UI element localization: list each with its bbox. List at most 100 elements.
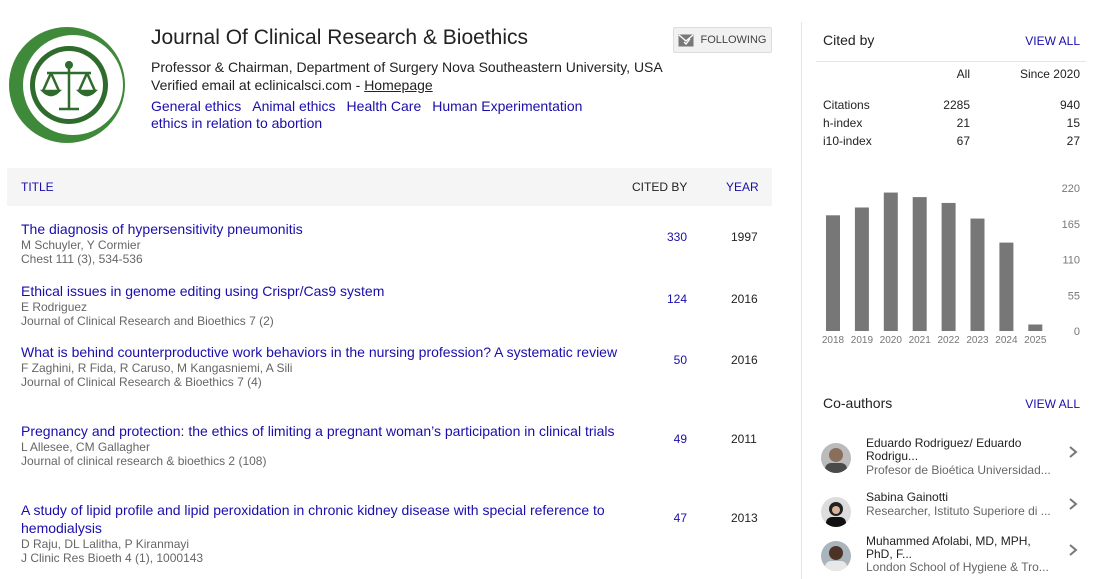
chevron-right-icon[interactable] [1066,445,1080,459]
article-year: 2013 [731,511,758,525]
coauthor-affiliation: London School of Hygiene & Tro... [866,560,1049,574]
article-authors: D Raju, DL Lalitha, P Kiranmayi [21,537,190,551]
stat-since: 15 [1066,116,1080,130]
article-year: 2016 [731,292,758,306]
table-row: A study of lipid profile and lipid perox… [7,501,772,565]
mail-icon [678,34,694,46]
stat-all: 67 [956,134,970,148]
x-tick-label: 2023 [966,335,989,346]
homepage-link[interactable]: Homepage [364,77,433,93]
article-cited-count[interactable]: 49 [665,432,687,446]
y-tick-label: 0 [1074,326,1080,338]
coauthor-item[interactable]: Sabina Gainotti Researcher, Istituto Sup… [816,491,1086,539]
chart-bar[interactable] [1028,324,1043,332]
x-tick-label: 2022 [937,335,960,346]
article-authors: F Zaghini, R Fida, R Caruso, M Kangasnie… [21,361,293,375]
cited-by-title: Cited by [823,32,875,48]
article-cited-count[interactable]: 124 [665,292,687,306]
interest-link[interactable]: Animal ethics [252,98,335,114]
sort-by-year[interactable]: YEAR [726,180,759,194]
x-tick-label: 2019 [851,335,874,346]
stat-all: 21 [956,116,970,130]
coauthor-name[interactable]: Eduardo Rodriguez/ Eduardo Rodrigu... [866,437,1056,463]
coauthor-affiliation: Researcher, Istituto Superiore di ... [866,504,1051,518]
left-column: Journal Of Clinical Research & Bioethics… [7,0,772,579]
journal-logo [9,27,125,143]
chart-bar[interactable] [941,202,956,331]
column-divider [801,22,802,579]
profile-email: Verified email at eclinicalsci.com - Hom… [151,76,751,94]
article-title[interactable]: What is behind counterproductive work be… [21,343,621,361]
col-all: All [956,67,970,81]
stats-header-row: All Since 2020 [816,66,1086,98]
chart-bar[interactable] [912,197,927,331]
profile-affiliation: Professor & Chairman, Department of Surg… [151,59,663,75]
article-journal: J Clinic Res Bioeth 4 (1), 1000143 [21,551,204,565]
x-tick-label: 2018 [822,335,845,346]
stat-all: 2285 [943,98,970,112]
stat-since: 27 [1066,134,1080,148]
article-authors: E Rodriguez [21,300,88,314]
article-journal: Journal of Clinical Research and Bioethi… [21,314,274,328]
y-tick-label: 110 [1062,255,1080,267]
coauthors-view-all[interactable]: VIEW ALL [1025,397,1080,411]
article-authors: M Schuyler, Y Cormier [21,238,141,252]
article-cited-count[interactable]: 330 [665,230,687,244]
article-journal: Journal of clinical research & bioethics… [21,454,267,468]
coauthor-name[interactable]: Sabina Gainotti [866,491,1056,504]
email-text: Verified email at eclinicalsci.com - [151,77,365,93]
col-since: Since 2020 [1019,67,1080,81]
sort-by-title[interactable]: TITLE [21,180,54,194]
article-year: 2011 [731,432,757,446]
chevron-right-icon[interactable] [1066,543,1080,557]
x-tick-label: 2025 [1024,335,1047,346]
x-tick-label: 2021 [909,335,932,346]
article-title[interactable]: Pregnancy and protection: the ethics of … [21,422,621,440]
article-title[interactable]: The diagnosis of hypersensitivity pneumo… [21,220,621,238]
table-row: Pregnancy and protection: the ethics of … [7,422,772,468]
chart-bar[interactable] [970,218,985,331]
interest-link[interactable]: General ethics [151,98,241,114]
coauthor-item[interactable]: Muhammed Afolabi, MD, MPH, PhD, F... Lon… [816,535,1086,579]
chevron-right-icon[interactable] [1066,497,1080,511]
chart-bar[interactable] [826,215,840,331]
coauthor-affiliation: Profesor de Bioética Universidad... [866,463,1051,477]
articles-table-header: TITLE CITED BY YEAR [7,168,772,206]
x-tick-label: 2020 [880,335,903,346]
stat-since: 940 [1059,98,1080,112]
research-interests: General ethics Animal ethics Health Care Hu… [151,98,611,132]
coauthor-name[interactable]: Muhammed Afolabi, MD, MPH, PhD, F... [866,535,1056,561]
chart-bar[interactable] [999,242,1014,331]
follow-label: FOLLOWING [700,34,767,46]
article-journal: Journal of Clinical Research & Bioethics… [21,375,262,389]
citations-per-year-chart: 2018 2019 2020 2021 2022 2023 2024 2025 220 165 11… [822,183,1080,346]
follow-button[interactable]: FOLLOWING [673,27,772,53]
avatar [821,541,851,571]
chart-bar[interactable] [883,192,898,331]
x-tick-label: 2024 [995,335,1018,346]
y-tick-label: 165 [1062,219,1080,231]
avatar [821,497,851,527]
interest-link[interactable]: ethics in relation to abortion [151,115,322,131]
table-row: Ethical issues in genome editing using C… [7,282,772,328]
article-cited-count[interactable]: 50 [665,353,687,367]
stat-label: i10-index [823,134,872,148]
y-tick-label: 55 [1068,290,1080,302]
interest-link[interactable]: Health Care [347,98,422,114]
article-year: 2016 [731,353,758,367]
table-row: The diagnosis of hypersensitivity pneumo… [7,220,772,266]
article-title[interactable]: A study of lipid profile and lipid perox… [21,501,621,537]
y-tick-label: 220 [1062,183,1080,195]
divider [816,61,1086,62]
chart-bar[interactable] [854,207,869,332]
cited-by-view-all[interactable]: VIEW ALL [1025,34,1080,48]
article-title[interactable]: Ethical issues in genome editing using C… [21,282,621,300]
coauthor-item[interactable]: Eduardo Rodriguez/ Eduardo Rodrigu... Pr… [816,437,1086,485]
right-column: Cited by VIEW ALL All Since 2020 Citatio… [816,0,1086,579]
sort-by-cited[interactable]: CITED BY [632,180,687,194]
article-journal: Chest 111 (3), 534-536 [21,252,143,266]
profile-header: Journal Of Clinical Research & Bioethics… [151,24,751,132]
article-cited-count[interactable]: 47 [665,511,687,525]
interest-link[interactable]: Human Experimentation [432,98,582,114]
article-year: 1997 [731,230,758,244]
